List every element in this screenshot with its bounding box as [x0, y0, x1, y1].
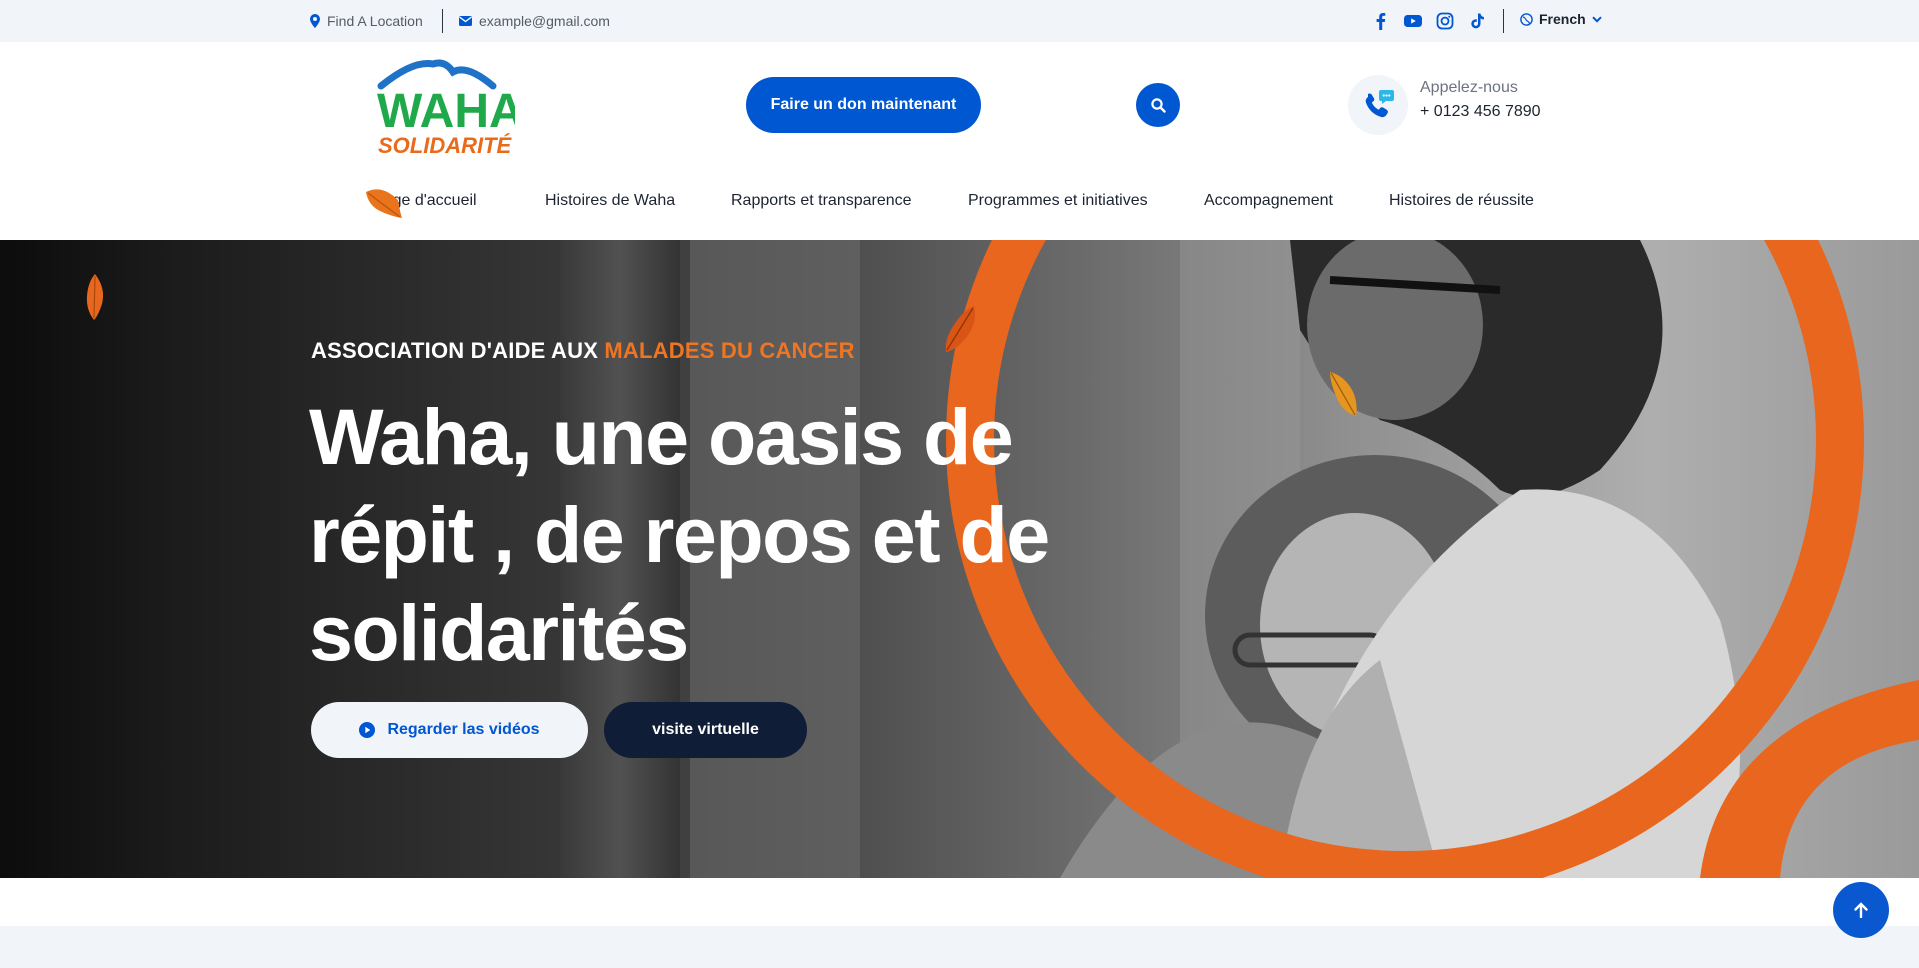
envelope-icon [459, 16, 472, 26]
play-circle-icon [359, 722, 376, 738]
virtual-tour-button[interactable]: visite virtuelle [604, 702, 807, 758]
social-links [1372, 12, 1486, 30]
hero-eyebrow-accent: MALADES DU CANCER [604, 338, 855, 363]
nav-item-histoires-waha[interactable]: Histoires de Waha [545, 192, 675, 210]
search-icon [1150, 97, 1166, 113]
falling-leaf-decoration [366, 189, 402, 218]
waha-solidarite-logo[interactable]: WAHA SOLIDARITÉ [375, 56, 515, 156]
scroll-to-top-button[interactable] [1833, 882, 1889, 938]
location-pin-icon [310, 14, 320, 28]
donate-button[interactable]: Faire un don maintenant [746, 77, 981, 133]
watch-videos-label: Regarder las vidéos [387, 721, 540, 738]
email-link[interactable]: example@gmail.com [459, 13, 610, 29]
logo-sub: SOLIDARITÉ [378, 133, 513, 156]
logo-word: WAHA [377, 85, 515, 138]
phone-chat-icon [1365, 90, 1394, 118]
main-nav: Page d'accueil Histoires de Waha Rapport… [0, 192, 1919, 216]
find-location-label: Find A Location [327, 13, 423, 29]
hero-title: Waha, une oasis de répit , de repos et d… [309, 392, 1050, 677]
watch-videos-button[interactable]: Regarder las vidéos [311, 702, 588, 758]
email-label: example@gmail.com [479, 13, 610, 29]
search-button[interactable] [1136, 83, 1180, 127]
find-location-link[interactable]: Find A Location [310, 13, 423, 29]
divider [1503, 9, 1504, 33]
nav-item-programmes[interactable]: Programmes et initiatives [968, 192, 1148, 210]
falling-leaf-decoration [1330, 372, 1357, 416]
call-number[interactable]: + 0123 456 7890 [1420, 103, 1541, 121]
instagram-icon[interactable] [1436, 12, 1454, 30]
call-label: Appelez-nous [1420, 79, 1518, 96]
arrow-up-icon [1854, 902, 1868, 918]
hero-eyebrow-prefix: ASSOCIATION D'AIDE AUX [311, 338, 599, 363]
falling-leaf-decoration [945, 306, 975, 352]
chevron-down-icon [1591, 15, 1602, 23]
nav-item-rapports[interactable]: Rapports et transparence [731, 192, 912, 210]
divider [442, 9, 443, 33]
next-section-strip [0, 926, 1919, 968]
call-icon-wrapper[interactable] [1348, 75, 1408, 135]
facebook-icon[interactable] [1372, 12, 1390, 30]
language-selector[interactable]: French [1520, 11, 1602, 27]
youtube-icon[interactable] [1404, 12, 1422, 30]
tiktok-icon[interactable] [1468, 12, 1486, 30]
hero-eyebrow: ASSOCIATION D'AIDE AUX MALADES DU CANCER [311, 338, 855, 364]
globe-icon [1520, 12, 1533, 26]
language-label: French [1539, 11, 1586, 27]
top-bar: Find A Location example@gmail.com French [0, 0, 1919, 42]
nav-item-accompagnement[interactable]: Accompagnement [1204, 192, 1333, 210]
nav-item-reussite[interactable]: Histoires de réussite [1389, 192, 1534, 210]
hero-section: ASSOCIATION D'AIDE AUX MALADES DU CANCER… [0, 240, 1919, 878]
falling-leaf-decoration [86, 274, 104, 320]
